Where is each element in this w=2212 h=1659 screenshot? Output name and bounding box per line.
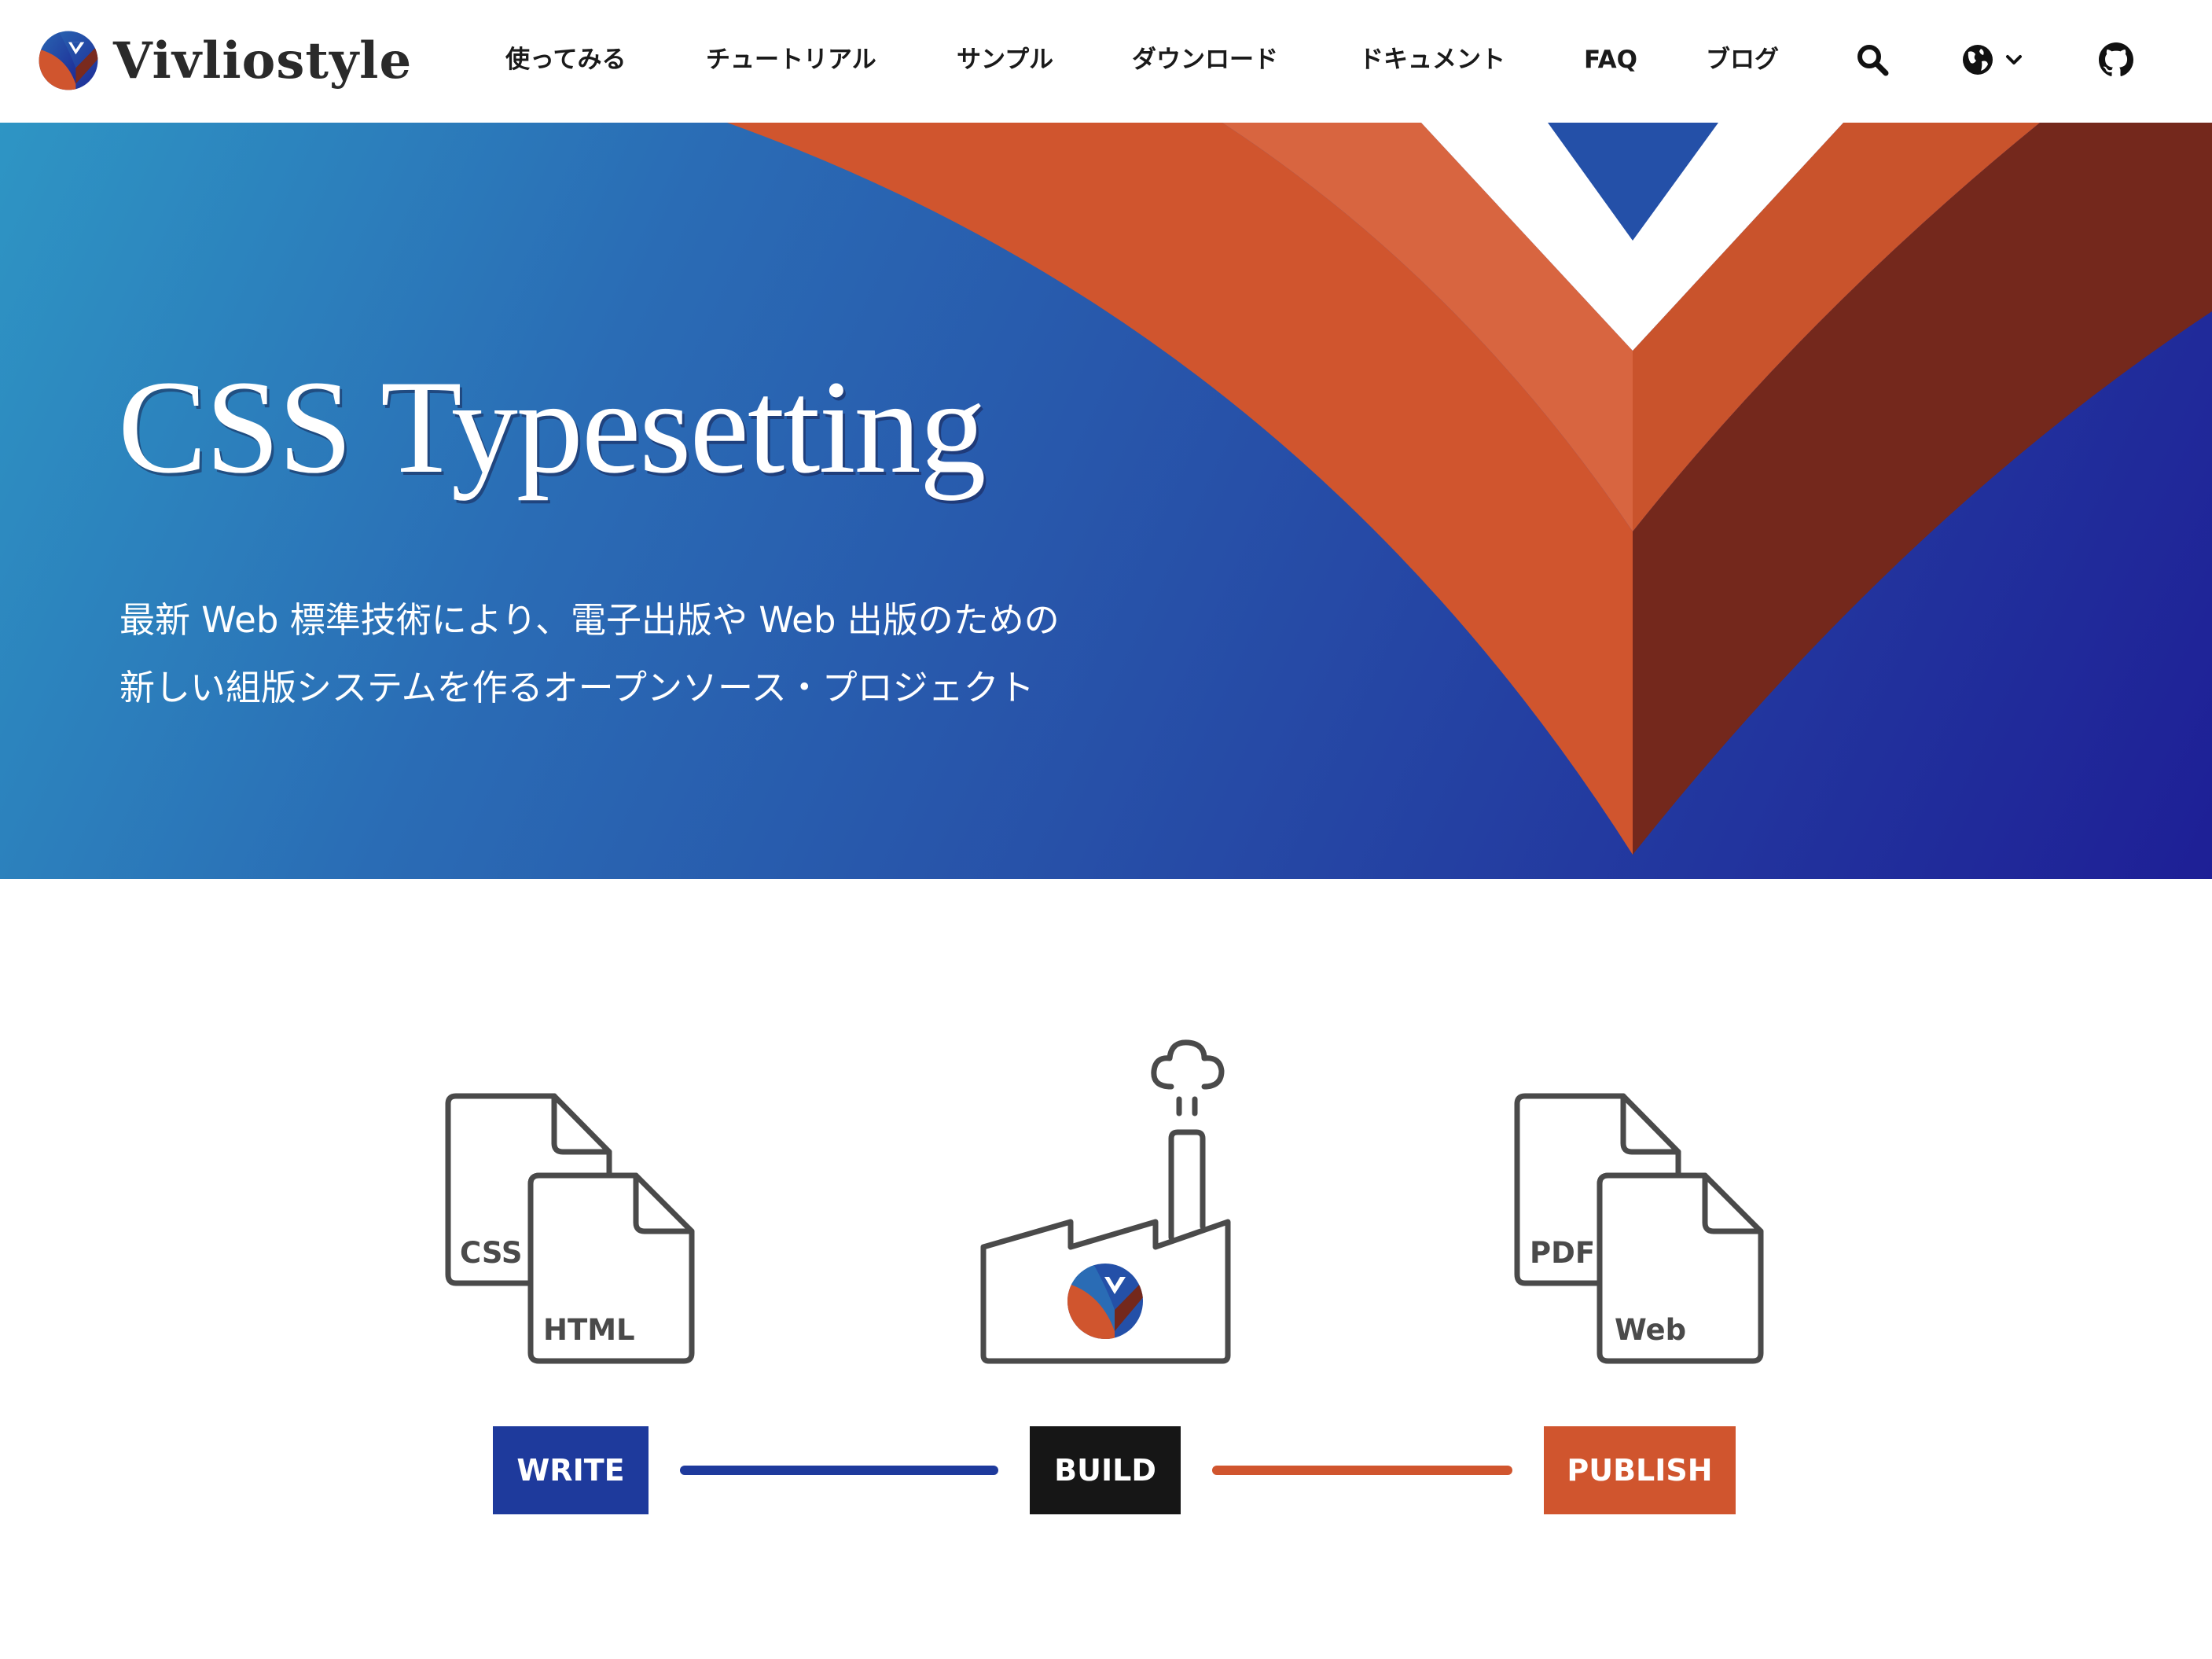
github-icon [2099,42,2133,76]
site-header: Vivliostyle 使ってみる チュートリアル サンプル ダウンロード ドキ… [0,0,2212,123]
write-build-connector [680,1466,998,1475]
nav-item-samples[interactable]: サンプル [957,38,1053,82]
vivliostyle-logo-icon [39,31,98,90]
publish-step-label: PUBLISH [1544,1426,1736,1514]
hero-title: CSS Typesetting [118,353,987,501]
doc-label-web: Web [1615,1313,1687,1347]
github-link[interactable] [2099,41,2133,79]
language-selector[interactable] [1960,41,2025,79]
workflow-section: CSS HTML PDF Web WRITE BUILD PUBLISH [0,879,2212,1659]
hero-banner: CSS Typesetting 最新 Web 標準技術により、電子出版や Web… [0,123,2212,879]
nav-item-download[interactable]: ダウンロード [1132,38,1278,82]
hero-subtitle-line-1: 最新 Web 標準技術により、電子出版や Web 出版のための [119,599,1060,641]
globe-icon [1963,45,1993,75]
build-step-label: BUILD [1030,1426,1181,1514]
search-icon [1857,45,1889,76]
chevron-down-icon [2006,55,2022,64]
workflow-illustration [445,1039,1764,1364]
brand-name: Vivliostyle [113,31,413,90]
doc-label-html: HTML [543,1313,635,1347]
nav-item-tutorial[interactable]: チュートリアル [706,38,876,82]
nav-item-blog[interactable]: ブログ [1706,38,1779,82]
build-publish-connector [1212,1466,1512,1475]
nav-item-documents[interactable]: ドキュメント [1359,38,1505,82]
hero-subtitle-line-2: 新しい組版システムを作るオープンソース・プロジェクト [119,667,1034,708]
nav-item-faq[interactable]: FAQ [1584,38,1637,82]
write-step-label: WRITE [493,1426,649,1514]
search-button[interactable] [1855,41,1890,79]
doc-label-css: CSS [460,1236,523,1270]
page: Vivliostyle 使ってみる チュートリアル サンプル ダウンロード ドキ… [0,0,2212,1659]
doc-label-pdf: PDF [1530,1236,1596,1270]
brand-home-link[interactable]: Vivliostyle [38,27,412,94]
nav-item-try[interactable]: 使ってみる [505,38,626,82]
